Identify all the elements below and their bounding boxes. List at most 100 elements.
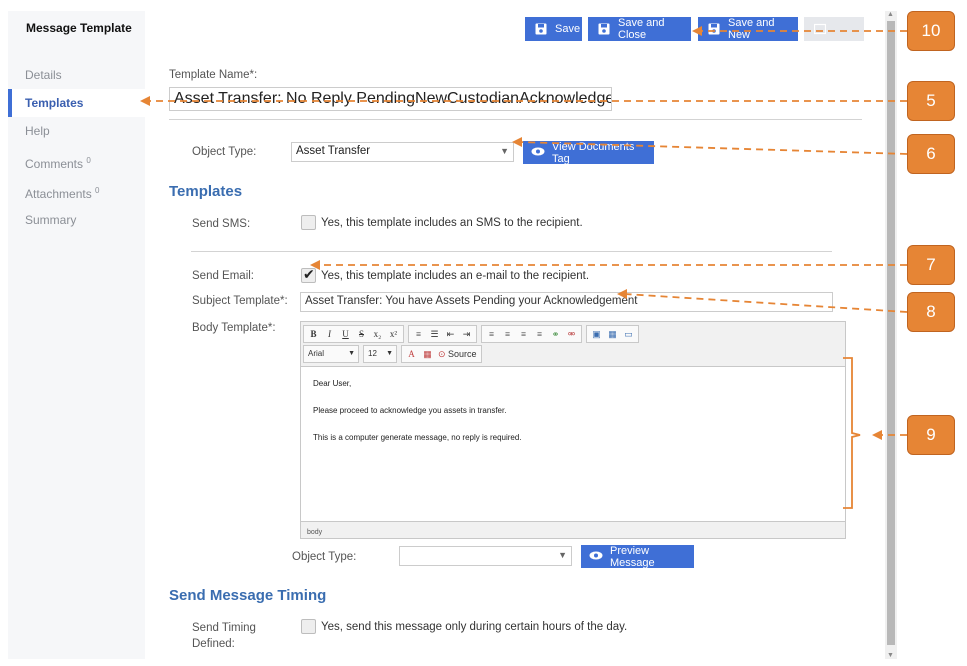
vertical-scrollbar[interactable]: ▲ ▼: [885, 11, 897, 659]
chevron-down-icon: ▼: [386, 350, 393, 357]
italic-button[interactable]: I: [322, 327, 337, 341]
page-title: Message Template: [26, 21, 132, 35]
sidebar-item-comments[interactable]: Comments 0: [8, 147, 145, 175]
preview-message-label: Preview Message: [610, 544, 655, 569]
eye-icon: [589, 551, 603, 563]
source-button[interactable]: ⊙ Source: [436, 347, 479, 361]
align-left-icon[interactable]: ≡: [484, 327, 499, 341]
numbered-list-icon[interactable]: ≡: [411, 327, 426, 341]
send-message-timing-heading: Send Message Timing: [169, 587, 327, 604]
superscript-button[interactable]: x²: [386, 327, 401, 341]
misc-group: A ▦ ⊙ Source: [401, 345, 482, 363]
save-label: Save: [555, 23, 581, 35]
format-group: B I U S x₂ x²: [303, 325, 404, 343]
horizontal-rule-icon[interactable]: ▭: [621, 327, 636, 341]
callout-8: 8: [907, 292, 955, 332]
background-color-icon[interactable]: ▦: [420, 347, 435, 361]
underline-button[interactable]: U: [338, 327, 353, 341]
send-timing-text: Yes, send this message only during certa…: [321, 621, 628, 633]
floppy-disk-icon: [598, 23, 610, 35]
floppy-disk-icon: [708, 23, 720, 35]
indent-icon[interactable]: ⇥: [459, 327, 474, 341]
send-email-text: Yes, this template includes an e-mail to…: [321, 270, 590, 282]
title-bar: Message Template: [8, 11, 145, 43]
window-icon: [814, 23, 826, 35]
send-timing-label-2: Defined:: [192, 638, 235, 650]
body-line: Please proceed to acknowledge you assets…: [313, 406, 507, 415]
sidebar: Details Templates Help Comments 0 Attach…: [8, 43, 145, 659]
sidebar-item-attachments[interactable]: Attachments 0: [8, 177, 145, 205]
sidebar-item-summary[interactable]: Summary: [8, 206, 145, 234]
save-and-new-button[interactable]: Save and New: [698, 17, 798, 41]
send-email-checkbox[interactable]: [301, 266, 316, 283]
link-icon[interactable]: ⚭: [548, 327, 563, 341]
callout-10: 10: [907, 11, 955, 51]
outdent-icon[interactable]: ⇤: [443, 327, 458, 341]
font-family-select[interactable]: Arial ▼: [303, 345, 359, 363]
send-sms-checkbox[interactable]: [301, 215, 316, 230]
element-path: body: [307, 529, 323, 536]
align-right-icon[interactable]: ≡: [516, 327, 531, 341]
sidebar-item-templates[interactable]: Templates: [8, 89, 145, 117]
chevron-down-icon: ▼: [500, 146, 509, 156]
template-name-input[interactable]: Asset Transfer: No Reply PendingNewCusto…: [169, 87, 612, 111]
font-size-select[interactable]: 12 ▼: [363, 345, 397, 363]
templates-heading: Templates: [169, 183, 243, 200]
scroll-up-arrow-icon[interactable]: ▲: [887, 11, 894, 18]
align-group: ≡ ≡ ≡ ≡ ⚭ ⚮: [481, 325, 582, 343]
callout-7: 7: [907, 245, 955, 285]
align-center-icon[interactable]: ≡: [500, 327, 515, 341]
unlink-icon[interactable]: ⚮: [564, 327, 579, 341]
floppy-disk-icon: [535, 23, 547, 35]
send-timing-checkbox[interactable]: [301, 619, 316, 634]
send-sms-text: Yes, this template includes an SMS to th…: [321, 217, 583, 229]
preview-message-button[interactable]: Preview Message: [581, 544, 694, 569]
save-button[interactable]: Save: [525, 17, 582, 41]
rich-text-editor[interactable]: B I U S x₂ x² ≡ ☰ ⇤ ⇥ ≡ ≡ ≡ ≡ ⚭ ⚮ ▣ ▦ ▭ …: [300, 321, 846, 539]
save-and-new-label: Save and New: [728, 17, 775, 41]
justify-icon[interactable]: ≡: [532, 327, 547, 341]
table-icon[interactable]: ▦: [605, 327, 620, 341]
divider: [169, 119, 862, 120]
object-type-2-label: Object Type:: [292, 551, 357, 563]
scroll-down-arrow-icon[interactable]: ▼: [887, 652, 894, 659]
eye-icon: [531, 147, 545, 159]
send-sms-label: Send SMS:: [192, 218, 251, 230]
callout-5: 5: [907, 81, 955, 121]
callout-6: 6: [907, 134, 955, 174]
text-color-icon[interactable]: A: [404, 347, 419, 361]
message-template-window: Message Template Save Save and Close Sav…: [8, 11, 897, 659]
editor-toolbar-row-1: B I U S x₂ x² ≡ ☰ ⇤ ⇥ ≡ ≡ ≡ ≡ ⚭ ⚮ ▣ ▦ ▭: [303, 325, 639, 343]
template-name-label: Template Name*:: [169, 69, 258, 81]
object-type-2-select[interactable]: ▼: [399, 546, 572, 566]
object-type-label: Object Type:: [192, 146, 257, 158]
bold-button[interactable]: B: [306, 327, 321, 341]
main-form: Template Name*: Asset Transfer: No Reply…: [145, 43, 885, 659]
body-template-label: Body Template*:: [192, 322, 276, 334]
editor-content[interactable]: Dear User, Please proceed to acknowledge…: [301, 366, 845, 522]
scrollbar-thumb[interactable]: [887, 21, 895, 645]
strikethrough-button[interactable]: S: [354, 327, 369, 341]
save-and-close-label: Save and Close: [618, 17, 665, 41]
editor-toolbar-row-2: Arial ▼ 12 ▼ A ▦ ⊙ Source: [303, 345, 482, 363]
subject-template-input[interactable]: Asset Transfer: You have Assets Pending …: [300, 292, 833, 312]
body-line: This is a computer generate message, no …: [313, 433, 522, 442]
object-type-value: Asset Transfer: [296, 145, 371, 157]
more-button[interactable]: [804, 17, 864, 41]
bullet-list-icon[interactable]: ☰: [427, 327, 442, 341]
attachments-count: 0: [95, 186, 100, 195]
save-and-close-button[interactable]: Save and Close: [588, 17, 691, 41]
sidebar-item-details[interactable]: Details: [8, 61, 145, 89]
subject-template-label: Subject Template*:: [192, 295, 288, 307]
body-line: Dear User,: [313, 379, 352, 388]
insert-group: ▣ ▦ ▭: [586, 325, 639, 343]
image-icon[interactable]: ▣: [589, 327, 604, 341]
sidebar-item-help[interactable]: Help: [8, 117, 145, 145]
send-email-label: Send Email:: [192, 270, 255, 282]
send-timing-label: Send Timing: [192, 622, 256, 634]
view-documents-tag-button[interactable]: View Documents Tag: [523, 141, 654, 165]
comments-count: 0: [86, 156, 91, 165]
object-type-select[interactable]: Asset Transfer ▼: [291, 142, 514, 162]
list-group: ≡ ☰ ⇤ ⇥: [408, 325, 477, 343]
subscript-button[interactable]: x₂: [370, 327, 385, 341]
